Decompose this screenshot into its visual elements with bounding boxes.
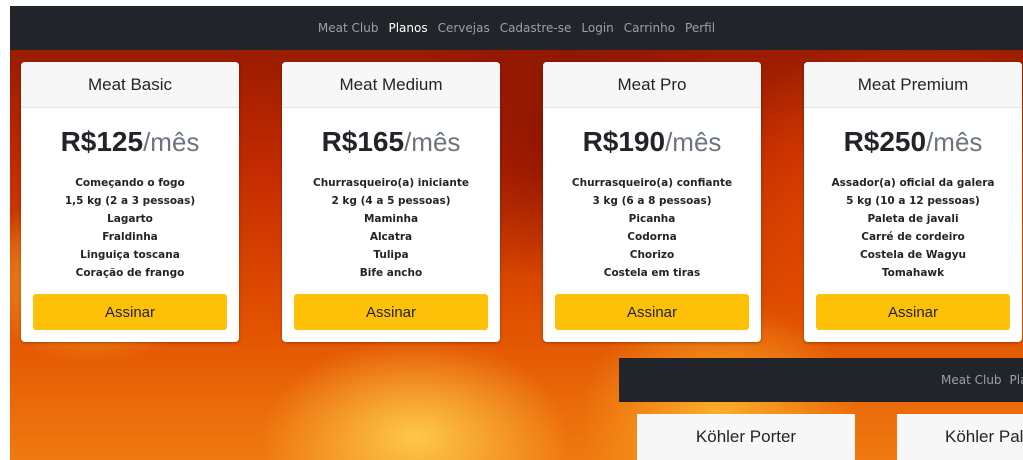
subscribe-button[interactable]: Assinar [816,294,1010,330]
feature-item: Começando o fogo [75,177,185,189]
plan-name: Meat Pro [543,62,761,108]
feature-item: Paleta de javali [867,213,959,225]
feature-item: Codorna [627,231,677,243]
plan-name: Meat Basic [21,62,239,108]
subscribe-button[interactable]: Assinar [555,294,749,330]
feature-item: Tulipa [373,249,409,261]
page-background: Meat Club Planos Cervejas Cadastre-se Lo… [10,6,1023,460]
feature-item: Chorizo [629,249,675,261]
feature-item: Linguiça toscana [80,249,180,261]
feature-item: Alcatra [369,231,413,243]
feature-item: Churrasqueiro(a) confiante [571,177,733,189]
feature-item: Lagarto [107,213,153,225]
feature-item: Tomahawk [881,267,945,279]
price-amount: R$125 [60,126,144,157]
feature-item: 2 kg (4 a 5 pessoas) [331,195,451,207]
feature-item: Maminha [363,213,419,225]
nav-link-carrinho[interactable]: Carrinho [619,21,680,35]
overlay-screenshot: Meat Club Pla Köhler Porter Köhler Pale [619,358,1023,460]
overlay-nav-links: Meat Club Pla [941,358,1023,402]
feature-item: 5 kg (10 a 12 pessoas) [846,195,980,207]
overlay-navbar: Meat Club Pla [619,358,1023,402]
feature-list: Churrasqueiro(a) iniciante 2 kg (4 a 5 p… [282,174,500,282]
subscribe-button[interactable]: Assinar [294,294,488,330]
price-period: /mês [926,127,983,157]
nav-link-planos[interactable]: Planos [383,21,432,35]
plan-price: R$125/mês [21,126,239,166]
feature-item: Fraldinha [102,231,158,243]
plan-card-premium: Meat Premium R$250/mês Assador(a) oficia… [804,62,1022,342]
beer-name: Köhler Porter [637,414,855,460]
feature-list: Churrasqueiro(a) confiante 3 kg (6 a 8 p… [543,174,761,282]
nav-link-meat-club[interactable]: Meat Club [313,21,384,35]
price-period: /mês [143,127,200,157]
feature-item: Costela de Wagyu [859,249,967,261]
feature-list: Começando o fogo 1,5 kg (2 a 3 pessoas) … [21,174,239,282]
overlay-nav-link-planos[interactable]: Pla [1010,373,1023,387]
feature-list: Assador(a) oficial da galera 5 kg (10 a … [804,174,1022,282]
price-amount: R$250 [843,126,927,157]
price-amount: R$190 [582,126,666,157]
feature-item: Coração de frango [75,267,185,279]
plan-price: R$165/mês [282,126,500,166]
price-period: /mês [665,127,722,157]
plan-card-medium: Meat Medium R$165/mês Churrasqueiro(a) i… [282,62,500,342]
beer-name: Köhler Pale [897,414,1023,460]
feature-item: Assador(a) oficial da galera [831,177,995,189]
plan-price: R$250/mês [804,126,1022,166]
feature-item: Costela em tiras [603,267,701,279]
overlay-nav-link-meat-club[interactable]: Meat Club [941,373,1005,387]
beer-card-porter: Köhler Porter [637,414,855,460]
feature-item: 3 kg (6 a 8 pessoas) [592,195,712,207]
nav-link-cervejas[interactable]: Cervejas [433,21,495,35]
feature-item: Picanha [628,213,676,225]
plan-card-basic: Meat Basic R$125/mês Começando o fogo 1,… [21,62,239,342]
feature-item: Churrasqueiro(a) iniciante [313,177,469,189]
feature-item: Carré de cordeiro [861,231,965,243]
subscribe-button[interactable]: Assinar [33,294,227,330]
nav-link-login[interactable]: Login [576,21,618,35]
plan-price: R$190/mês [543,126,761,166]
price-period: /mês [404,127,461,157]
plan-card-pro: Meat Pro R$190/mês Churrasqueiro(a) conf… [543,62,761,342]
nav-link-cadastre-se[interactable]: Cadastre-se [495,21,577,35]
plan-name: Meat Premium [804,62,1022,108]
price-amount: R$165 [321,126,405,157]
nav-link-perfil[interactable]: Perfil [680,21,720,35]
feature-item: Bife ancho [359,267,423,279]
beer-card-pale: Köhler Pale [897,414,1023,460]
nav-links: Meat Club Planos Cervejas Cadastre-se Lo… [313,21,720,35]
top-navbar: Meat Club Planos Cervejas Cadastre-se Lo… [10,6,1023,50]
plan-name: Meat Medium [282,62,500,108]
feature-item: 1,5 kg (2 a 3 pessoas) [64,195,196,207]
